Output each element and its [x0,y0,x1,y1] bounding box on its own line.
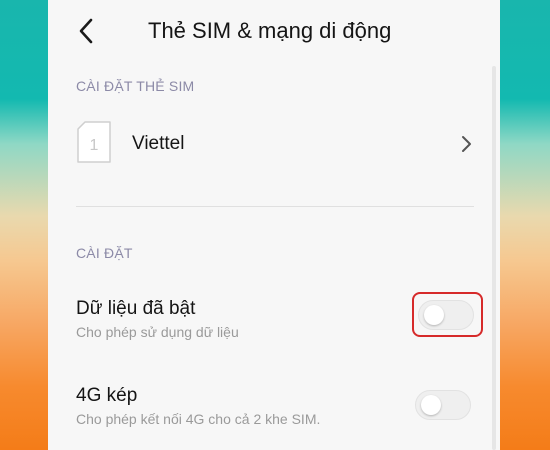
section-divider [76,206,474,207]
top-bar: Thẻ SIM & mạng di động [48,0,500,64]
background-gradient-right [500,0,550,450]
section-header-sim-settings: CÀI ĐẶT THẺ SIM [76,78,195,94]
chevron-right-icon [460,135,472,158]
setting-subtitle: Cho phép sử dụng dữ liệu [76,324,239,340]
chevron-left-icon[interactable] [74,17,98,45]
setting-title: 4G kép [76,385,138,406]
setting-subtitle: Cho phép kết nối 4G cho cả 2 khe SIM. [76,411,321,427]
section-header-settings: CÀI ĐẶT [76,245,133,261]
toggle-knob [421,395,441,415]
sim-item-viettel[interactable]: 1 Viettel [48,114,500,174]
setting-title: Dữ liệu đã bật [76,298,196,319]
sim-carrier-name: Viettel [132,133,185,154]
scrollbar[interactable] [492,66,496,450]
page-title: Thẻ SIM & mạng di động [148,18,392,43]
sim-card-icon: 1 [76,121,112,168]
background-gradient-left [0,0,48,450]
dual-4g-toggle[interactable] [415,390,471,420]
highlight-box [412,292,483,337]
sim-slot-number: 1 [90,137,99,154]
settings-screen: Thẻ SIM & mạng di động CÀI ĐẶT THẺ SIM 1… [48,0,500,450]
